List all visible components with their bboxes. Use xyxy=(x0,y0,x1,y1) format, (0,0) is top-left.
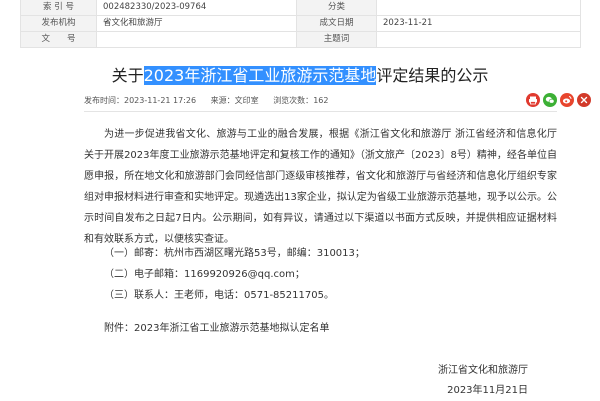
metadata-row: 发布机构 省文化和旅游厅 成文日期 2023-11-21 xyxy=(20,15,581,32)
signature-date: 2023年11月21日 xyxy=(447,385,528,396)
metadata-row: 索 引 号 002482330/2023-09764 分类 xyxy=(20,0,581,16)
contact-email: （二）电子邮箱：1169920926@qq.com； xyxy=(104,269,305,280)
publish-info: 发布时间：2023-11-21 17:26 来源：文印室 浏览次数：162 xyxy=(84,95,328,107)
publish-date-label: 发布时间： xyxy=(84,96,124,105)
attachment-link[interactable]: 附件：2023年浙江省工业旅游示范基地拟认定名单 xyxy=(104,318,329,339)
close-icon[interactable] xyxy=(577,93,591,107)
meta-value xyxy=(376,31,581,48)
meta-value: 002482330/2023-09764 xyxy=(96,0,297,16)
meta-value: 2023-11-21 xyxy=(376,15,581,32)
meta-key: 分类 xyxy=(296,0,377,16)
meta-key: 主题词 xyxy=(296,31,377,48)
meta-value xyxy=(96,31,297,48)
share-toolbar xyxy=(526,93,591,107)
metadata-row: 文 号 主题词 xyxy=(20,31,581,48)
body-paragraph: 为进一步促进我省文化、旅游与工业的融合发展，根据《浙江省文化和旅游厅 浙江省经济… xyxy=(84,129,557,245)
views-count: 162 xyxy=(313,96,329,105)
meta-value xyxy=(376,0,581,16)
signature-org: 浙江省文化和旅游厅 xyxy=(438,365,528,376)
title-selected-text[interactable]: 2023年浙江省工业旅游示范基地 xyxy=(143,66,377,85)
source-value: 文印室 xyxy=(234,96,259,105)
print-icon[interactable] xyxy=(526,93,540,107)
meta-key: 索 引 号 xyxy=(20,0,97,16)
meta-key: 发布机构 xyxy=(20,15,97,32)
title-suffix: 评定结果的公示 xyxy=(376,66,489,85)
divider xyxy=(84,111,557,112)
wechat-icon[interactable] xyxy=(543,93,557,107)
meta-value: 省文化和旅游厅 xyxy=(96,15,297,32)
metadata-table: 索 引 号 002482330/2023-09764 分类 发布机构 省文化和旅… xyxy=(20,0,581,48)
page-title: 关于2023年浙江省工业旅游示范基地评定结果的公示 xyxy=(0,65,600,87)
weibo-icon[interactable] xyxy=(560,93,574,107)
meta-key: 成文日期 xyxy=(296,15,377,32)
contact-person: （三）联系人：王老师，电话：0571-85211705。 xyxy=(104,290,334,301)
publish-date: 2023-11-21 17:26 xyxy=(124,96,197,105)
contact-mail: （一）邮寄：杭州市西湖区曙光路53号，邮编：310013； xyxy=(104,248,365,259)
views-label: 浏览次数： xyxy=(273,96,314,105)
source-label: 来源： xyxy=(210,96,235,105)
meta-key: 文 号 xyxy=(20,31,97,48)
title-prefix: 关于 xyxy=(111,66,144,85)
